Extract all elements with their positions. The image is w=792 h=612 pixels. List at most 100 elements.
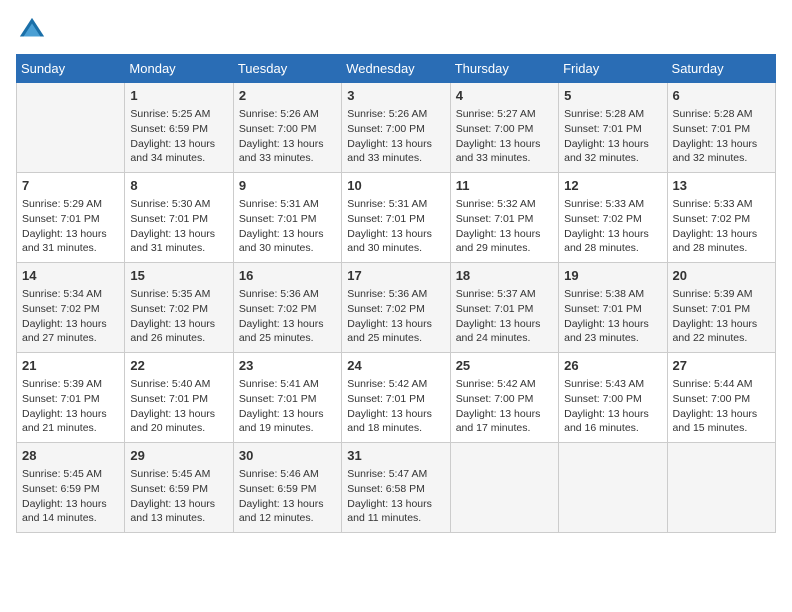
calendar-cell: 2 Sunrise: 5:26 AM Sunset: 7:00 PM Daylig… bbox=[233, 83, 341, 173]
day-info: Sunrise: 5:31 AM Sunset: 7:01 PM Dayligh… bbox=[239, 197, 336, 256]
calendar-cell: 3Sunrise: 5:26 AM Sunset: 7:00 PM Daylig… bbox=[342, 83, 450, 173]
header-monday: Monday bbox=[125, 55, 233, 83]
calendar-cell: 13 Sunrise: 5:33 AM Sunset: 7:02 PM Dayli… bbox=[667, 173, 775, 263]
week-row-4: 28Sunrise: 5:45 AM Sunset: 6:59 PM Dayli… bbox=[17, 443, 776, 533]
day-info: Sunrise: 5:28 AM Sunset: 7:01 PM Dayligh… bbox=[673, 107, 770, 166]
day-number: 23 bbox=[239, 357, 336, 375]
calendar-cell: 24 Sunrise: 5:42 AM Sunset: 7:01 PM Dayli… bbox=[342, 353, 450, 443]
header-sunday: Sunday bbox=[17, 55, 125, 83]
day-number: 6 bbox=[673, 87, 770, 105]
day-info: Sunrise: 5:25 AM Sunset: 6:59 PM Dayligh… bbox=[130, 107, 227, 166]
logo bbox=[16, 16, 50, 44]
day-number: 21 bbox=[22, 357, 119, 375]
calendar-cell: 16 Sunrise: 5:36 AM Sunset: 7:02 PM Dayli… bbox=[233, 263, 341, 353]
day-info: Sunrise: 5:26 AM Sunset: 7:00 PM Dayligh… bbox=[239, 107, 336, 166]
day-info: Sunrise: 5:29 AM Sunset: 7:01 PM Dayligh… bbox=[22, 197, 119, 256]
calendar-cell bbox=[450, 443, 558, 533]
header-row: SundayMondayTuesdayWednesdayThursdayFrid… bbox=[17, 55, 776, 83]
day-number: 5 bbox=[564, 87, 661, 105]
day-number: 17 bbox=[347, 267, 444, 285]
day-number: 20 bbox=[673, 267, 770, 285]
day-number: 24 bbox=[347, 357, 444, 375]
day-number: 19 bbox=[564, 267, 661, 285]
calendar-cell: 10Sunrise: 5:31 AM Sunset: 7:01 PM Dayli… bbox=[342, 173, 450, 263]
day-info: Sunrise: 5:39 AM Sunset: 7:01 PM Dayligh… bbox=[22, 377, 119, 436]
calendar-cell: 14Sunrise: 5:34 AM Sunset: 7:02 PM Dayli… bbox=[17, 263, 125, 353]
header-friday: Friday bbox=[559, 55, 667, 83]
day-info: Sunrise: 5:33 AM Sunset: 7:02 PM Dayligh… bbox=[673, 197, 770, 256]
calendar-cell: 25 Sunrise: 5:42 AM Sunset: 7:00 PM Dayli… bbox=[450, 353, 558, 443]
day-info: Sunrise: 5:38 AM Sunset: 7:01 PM Dayligh… bbox=[564, 287, 661, 346]
calendar-cell: 31Sunrise: 5:47 AM Sunset: 6:58 PM Dayli… bbox=[342, 443, 450, 533]
day-info: Sunrise: 5:36 AM Sunset: 7:02 PM Dayligh… bbox=[347, 287, 444, 346]
day-number: 31 bbox=[347, 447, 444, 465]
day-number: 9 bbox=[239, 177, 336, 195]
day-info: Sunrise: 5:26 AM Sunset: 7:00 PM Dayligh… bbox=[347, 107, 444, 166]
calendar-cell: 29Sunrise: 5:45 AM Sunset: 6:59 PM Dayli… bbox=[125, 443, 233, 533]
day-info: Sunrise: 5:30 AM Sunset: 7:01 PM Dayligh… bbox=[130, 197, 227, 256]
day-number: 8 bbox=[130, 177, 227, 195]
week-row-1: 7 Sunrise: 5:29 AM Sunset: 7:01 PM Daylig… bbox=[17, 173, 776, 263]
day-number: 11 bbox=[456, 177, 553, 195]
calendar-cell: 12Sunrise: 5:33 AM Sunset: 7:02 PM Dayli… bbox=[559, 173, 667, 263]
calendar-cell: 9 Sunrise: 5:31 AM Sunset: 7:01 PM Daylig… bbox=[233, 173, 341, 263]
day-number: 22 bbox=[130, 357, 227, 375]
day-number: 1 bbox=[130, 87, 227, 105]
calendar-cell: 18 Sunrise: 5:37 AM Sunset: 7:01 PM Dayli… bbox=[450, 263, 558, 353]
calendar-cell: 23 Sunrise: 5:41 AM Sunset: 7:01 PM Dayli… bbox=[233, 353, 341, 443]
day-number: 4 bbox=[456, 87, 553, 105]
calendar-header: SundayMondayTuesdayWednesdayThursdayFrid… bbox=[17, 55, 776, 83]
day-info: Sunrise: 5:35 AM Sunset: 7:02 PM Dayligh… bbox=[130, 287, 227, 346]
day-number: 18 bbox=[456, 267, 553, 285]
calendar-cell bbox=[559, 443, 667, 533]
calendar-cell: 11 Sunrise: 5:32 AM Sunset: 7:01 PM Dayli… bbox=[450, 173, 558, 263]
calendar-cell: 19 Sunrise: 5:38 AM Sunset: 7:01 PM Dayli… bbox=[559, 263, 667, 353]
week-row-3: 21 Sunrise: 5:39 AM Sunset: 7:01 PM Dayli… bbox=[17, 353, 776, 443]
day-number: 15 bbox=[130, 267, 227, 285]
calendar-cell: 20 Sunrise: 5:39 AM Sunset: 7:01 PM Dayli… bbox=[667, 263, 775, 353]
day-info: Sunrise: 5:42 AM Sunset: 7:00 PM Dayligh… bbox=[456, 377, 553, 436]
day-info: Sunrise: 5:37 AM Sunset: 7:01 PM Dayligh… bbox=[456, 287, 553, 346]
calendar-cell: 6 Sunrise: 5:28 AM Sunset: 7:01 PM Daylig… bbox=[667, 83, 775, 173]
calendar-cell bbox=[17, 83, 125, 173]
day-number: 26 bbox=[564, 357, 661, 375]
calendar-cell: 26 Sunrise: 5:43 AM Sunset: 7:00 PM Dayli… bbox=[559, 353, 667, 443]
day-info: Sunrise: 5:34 AM Sunset: 7:02 PM Dayligh… bbox=[22, 287, 119, 346]
header-thursday: Thursday bbox=[450, 55, 558, 83]
calendar-cell: 22 Sunrise: 5:40 AM Sunset: 7:01 PM Dayli… bbox=[125, 353, 233, 443]
day-number: 13 bbox=[673, 177, 770, 195]
day-info: Sunrise: 5:44 AM Sunset: 7:00 PM Dayligh… bbox=[673, 377, 770, 436]
calendar-cell: 4 Sunrise: 5:27 AM Sunset: 7:00 PM Daylig… bbox=[450, 83, 558, 173]
day-info: Sunrise: 5:42 AM Sunset: 7:01 PM Dayligh… bbox=[347, 377, 444, 436]
calendar-cell: 28Sunrise: 5:45 AM Sunset: 6:59 PM Dayli… bbox=[17, 443, 125, 533]
calendar-cell: 8 Sunrise: 5:30 AM Sunset: 7:01 PM Daylig… bbox=[125, 173, 233, 263]
day-number: 7 bbox=[22, 177, 119, 195]
calendar-cell: 1 Sunrise: 5:25 AM Sunset: 6:59 PM Daylig… bbox=[125, 83, 233, 173]
calendar-cell: 5 Sunrise: 5:28 AM Sunset: 7:01 PM Daylig… bbox=[559, 83, 667, 173]
day-number: 2 bbox=[239, 87, 336, 105]
day-number: 30 bbox=[239, 447, 336, 465]
calendar-cell: 15 Sunrise: 5:35 AM Sunset: 7:02 PM Dayli… bbox=[125, 263, 233, 353]
day-number: 29 bbox=[130, 447, 227, 465]
day-info: Sunrise: 5:46 AM Sunset: 6:59 PM Dayligh… bbox=[239, 467, 336, 526]
calendar-cell: 21 Sunrise: 5:39 AM Sunset: 7:01 PM Dayli… bbox=[17, 353, 125, 443]
calendar-cell: 7 Sunrise: 5:29 AM Sunset: 7:01 PM Daylig… bbox=[17, 173, 125, 263]
day-info: Sunrise: 5:33 AM Sunset: 7:02 PM Dayligh… bbox=[564, 197, 661, 256]
day-number: 25 bbox=[456, 357, 553, 375]
day-info: Sunrise: 5:36 AM Sunset: 7:02 PM Dayligh… bbox=[239, 287, 336, 346]
day-info: Sunrise: 5:28 AM Sunset: 7:01 PM Dayligh… bbox=[564, 107, 661, 166]
calendar-table: SundayMondayTuesdayWednesdayThursdayFrid… bbox=[16, 54, 776, 533]
header-tuesday: Tuesday bbox=[233, 55, 341, 83]
day-info: Sunrise: 5:39 AM Sunset: 7:01 PM Dayligh… bbox=[673, 287, 770, 346]
day-info: Sunrise: 5:40 AM Sunset: 7:01 PM Dayligh… bbox=[130, 377, 227, 436]
day-info: Sunrise: 5:43 AM Sunset: 7:00 PM Dayligh… bbox=[564, 377, 661, 436]
day-number: 16 bbox=[239, 267, 336, 285]
logo-icon bbox=[18, 16, 46, 44]
day-info: Sunrise: 5:41 AM Sunset: 7:01 PM Dayligh… bbox=[239, 377, 336, 436]
week-row-2: 14Sunrise: 5:34 AM Sunset: 7:02 PM Dayli… bbox=[17, 263, 776, 353]
day-number: 28 bbox=[22, 447, 119, 465]
header-saturday: Saturday bbox=[667, 55, 775, 83]
calendar-cell: 27Sunrise: 5:44 AM Sunset: 7:00 PM Dayli… bbox=[667, 353, 775, 443]
day-info: Sunrise: 5:27 AM Sunset: 7:00 PM Dayligh… bbox=[456, 107, 553, 166]
day-info: Sunrise: 5:32 AM Sunset: 7:01 PM Dayligh… bbox=[456, 197, 553, 256]
